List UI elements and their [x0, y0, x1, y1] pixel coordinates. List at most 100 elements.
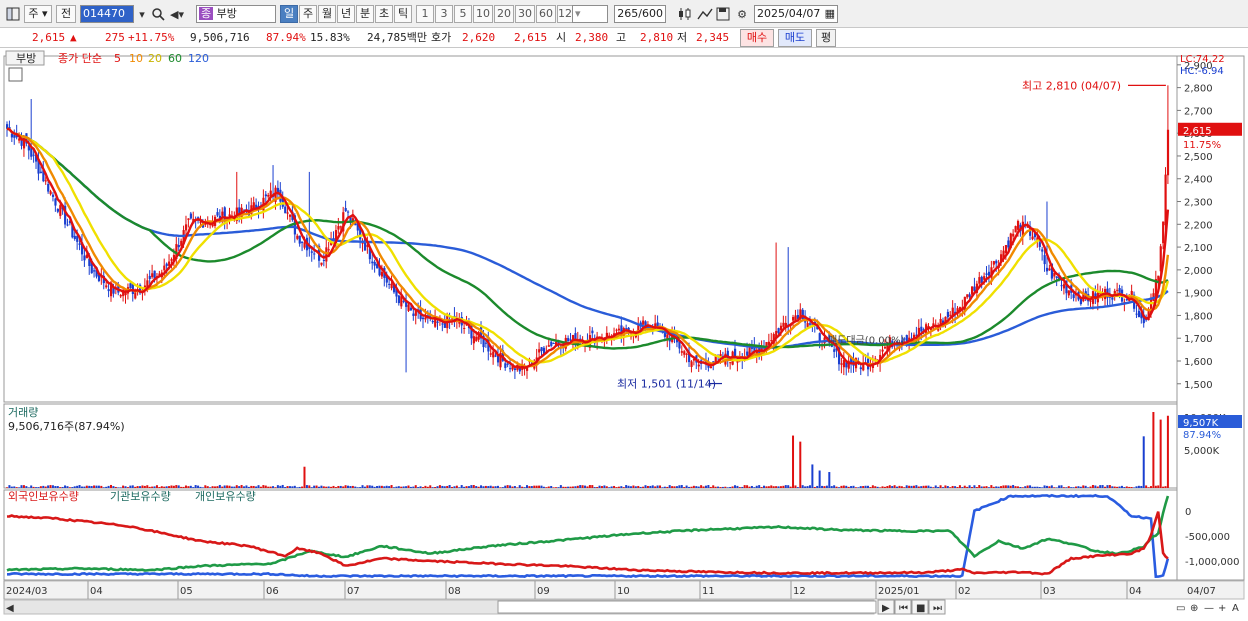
price-axis-label: 2,400 — [1184, 175, 1213, 186]
interval-chip-3[interactable]: 3 — [435, 5, 453, 23]
candle-body — [709, 366, 712, 369]
stock-code-input[interactable]: 014470 — [80, 5, 134, 23]
period-chip-6[interactable]: 틱 — [394, 5, 412, 23]
gear-icon[interactable]: ⚙ — [733, 5, 751, 23]
price-panel — [3, 55, 1178, 403]
candle-body — [489, 353, 492, 355]
chart-canvas[interactable]: 1,500 1,600 1,700 1,800 1,900 2,000 2,100 2,200… — [0, 48, 1248, 621]
stock-chart[interactable]: 1,500 1,600 1,700 1,800 1,900 2,000 2,100 2,200… — [0, 48, 1248, 621]
volume-bar — [252, 485, 255, 488]
trade-amount: 24,785백만 — [367, 31, 427, 44]
volume-bar — [269, 486, 272, 488]
candle-body — [494, 355, 497, 357]
volume-bar — [446, 485, 449, 488]
volume-bar — [187, 486, 190, 488]
volume-bar — [929, 486, 932, 488]
volume-bar — [407, 485, 410, 488]
volume-bar — [1038, 486, 1041, 488]
stock-name-field[interactable]: 종 부방 — [196, 5, 276, 23]
period-unit-select[interactable]: 주 ▾ — [24, 5, 52, 23]
candle-body — [165, 263, 168, 266]
volume-bar — [330, 486, 333, 488]
volume-bar — [813, 486, 816, 488]
volume-bar — [557, 487, 560, 488]
candle-body — [840, 363, 843, 365]
period-chip-0[interactable]: 일 — [280, 5, 298, 23]
volume-bar — [845, 485, 848, 488]
volume-bar — [840, 485, 843, 488]
volume-bar — [946, 486, 949, 488]
volume-bar — [221, 486, 224, 488]
volume-bar — [18, 487, 21, 488]
volume-bar — [315, 485, 318, 488]
candle-body — [881, 349, 884, 352]
interval-chip-10[interactable]: 10 — [473, 5, 493, 23]
interval-input[interactable]: ▾ — [572, 5, 608, 23]
sell-button[interactable]: 매도 — [778, 29, 812, 47]
volume-bar — [770, 485, 773, 488]
volume-bar — [139, 486, 142, 488]
high-label: 고 — [616, 31, 627, 44]
period-chip-4[interactable]: 분 — [356, 5, 374, 23]
volume-bar — [226, 485, 229, 488]
volume-bar — [632, 485, 635, 488]
average-button[interactable]: 평 — [816, 29, 836, 47]
candle-body — [284, 206, 287, 214]
lc-label: LC:74.22 — [1180, 54, 1225, 65]
prev-button[interactable]: 전 — [56, 5, 76, 23]
bar-count-field[interactable]: 265/600 — [614, 5, 666, 23]
interval-chip-30[interactable]: 30 — [515, 5, 535, 23]
volume-bar — [949, 487, 952, 488]
period-chip-1[interactable]: 주 — [299, 5, 317, 23]
buy-button[interactable]: 매수 — [740, 29, 774, 47]
zoom-tool-icon-0: ▭ — [1176, 603, 1185, 614]
volume-bar — [47, 485, 50, 488]
volume-bar — [978, 485, 981, 488]
interval-chip-1[interactable]: 1 — [416, 5, 434, 23]
volume-bar — [617, 486, 620, 488]
volume-bar — [830, 486, 833, 488]
save-icon[interactable] — [714, 5, 732, 23]
volume-bar — [721, 486, 724, 488]
volume-bar — [117, 487, 120, 488]
search-icon[interactable] — [149, 5, 167, 23]
candle-body — [267, 194, 270, 197]
interval-chip-5[interactable]: 5 — [454, 5, 472, 23]
volume-bar — [804, 486, 807, 488]
speaker-icon[interactable]: ◀▾ — [168, 5, 186, 23]
volume-bar — [366, 485, 369, 488]
volume-bar — [143, 485, 146, 488]
volume-bar — [293, 485, 296, 488]
volume-bar — [477, 486, 480, 488]
volume-bar — [1113, 486, 1116, 488]
interval-chip-60[interactable]: 60 — [536, 5, 556, 23]
volume-bar — [811, 464, 814, 488]
volume-bar — [359, 487, 362, 488]
drawing-tool-icon[interactable] — [696, 5, 714, 23]
period-chip-3[interactable]: 년 — [337, 5, 355, 23]
window-menu-icon[interactable] — [4, 5, 22, 23]
volume-bar — [325, 486, 328, 488]
x-axis-label: 11 — [702, 586, 715, 597]
candle-body — [13, 134, 16, 138]
period-chip-2[interactable]: 월 — [318, 5, 336, 23]
volume-bar — [1120, 485, 1123, 488]
candle-type-icon[interactable] — [676, 5, 694, 23]
date-picker[interactable]: 2025/04/07 ▦ — [754, 5, 838, 23]
candle-body — [187, 218, 190, 220]
volume-bar — [30, 485, 33, 488]
volume-ratio: 87.94% — [266, 31, 306, 44]
volume-bar — [177, 485, 180, 488]
volume-bar — [956, 487, 959, 488]
volume-bar — [320, 485, 323, 488]
volume-bar — [523, 487, 526, 488]
low-label: 저 — [677, 31, 688, 44]
volume-bar — [160, 486, 163, 488]
candle-body — [56, 208, 59, 212]
volume-bar — [93, 485, 96, 488]
volume-bar — [349, 486, 352, 488]
period-chip-5[interactable]: 초 — [375, 5, 393, 23]
volume-bar — [61, 486, 64, 488]
interval-chip-20[interactable]: 20 — [494, 5, 514, 23]
volume-bar — [1087, 487, 1090, 488]
